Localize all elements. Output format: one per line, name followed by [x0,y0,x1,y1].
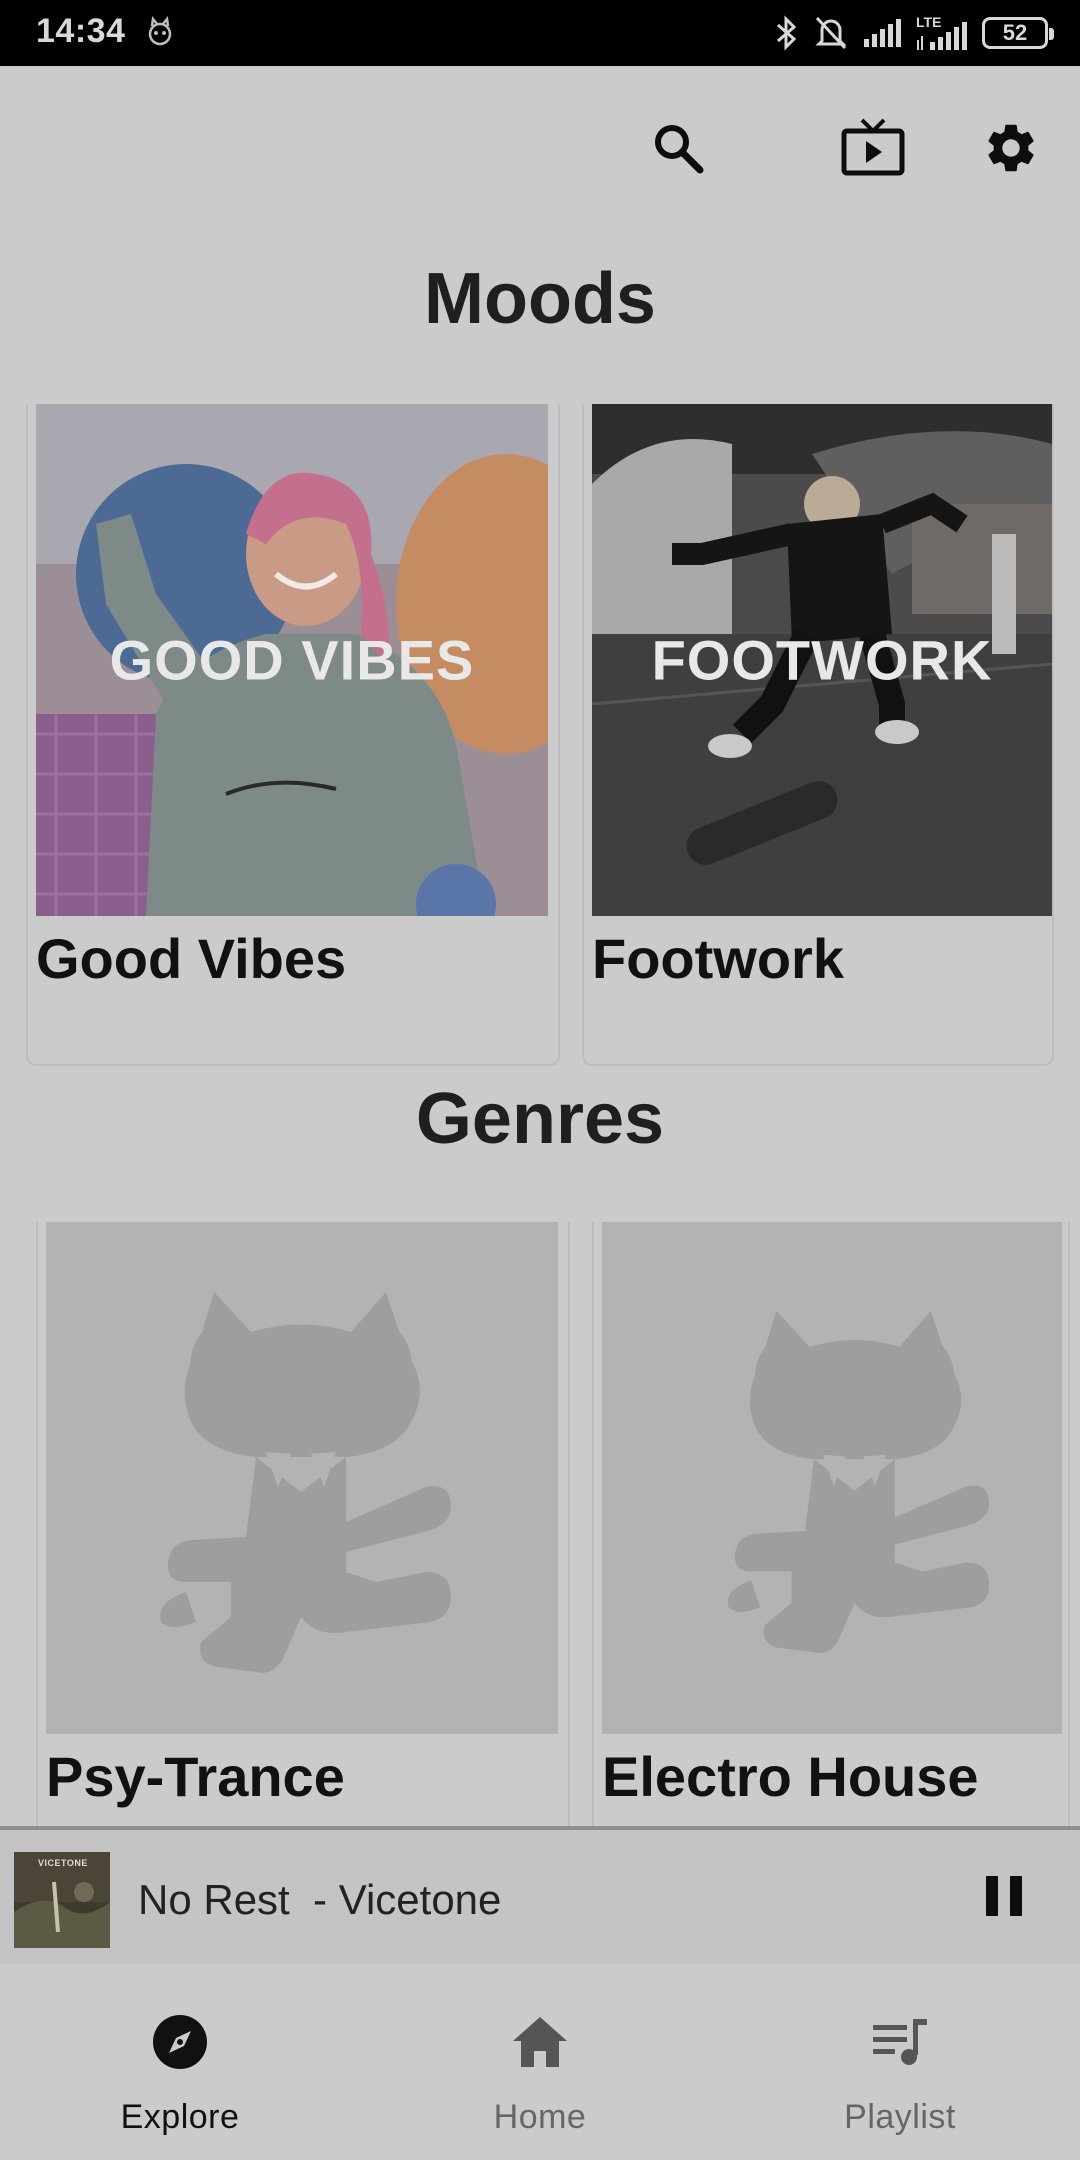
status-time: 14:34 [36,12,126,50]
search-button[interactable] [640,112,716,188]
battery-level: 52 [1002,20,1028,45]
mute-bell-icon [814,15,848,51]
status-bar: 14:34 LTE 52 [0,0,1080,66]
monstercat-logo-icon [160,1292,451,1673]
genre-card-psy-trance[interactable]: Psy-Trance [36,1222,570,1826]
settings-button[interactable] [973,112,1049,188]
nav-item-explore[interactable]: Explore [0,1964,360,2160]
footwork-image: FOOTWORK [592,404,1052,916]
battery-icon: 52 [982,17,1054,49]
album-art-text: VICETONE [38,1858,88,1868]
queue-music-icon [870,2012,930,2072]
mini-player[interactable]: VICETONE No Rest - Vicetone [0,1826,1080,1964]
genre-label: Electro House [602,1745,979,1808]
genre-card-electro-house[interactable]: Electro House [592,1222,1070,1826]
good-vibes-overlay-text: GOOD VIBES [109,628,475,692]
compass-icon [150,2012,210,2072]
good-vibes-image: GOOD VIBES [36,404,548,916]
bottom-navigation: Explore Home Playlist [0,1964,1080,2160]
cast-button[interactable] [835,112,911,188]
cat-notification-icon [144,15,176,48]
footwork-overlay-text: FOOTWORK [651,628,993,692]
nav-item-playlist[interactable]: Playlist [720,1964,1080,2160]
mood-card-good-vibes[interactable]: GOOD VIBES Good Vibes [26,404,560,1066]
nav-label-explore: Explore [120,2098,240,2136]
signal-icon [862,17,902,49]
cast-tv-icon [840,118,906,183]
nav-label-home: Home [493,2098,587,2136]
bluetooth-icon [774,15,800,51]
moods-title: Moods [424,259,656,339]
album-art: VICETONE [14,1852,110,1948]
mood-card-footwork[interactable]: FOOTWORK Footwork [582,404,1054,1066]
electro-house-placeholder-image [602,1222,1062,1734]
mood-label: Good Vibes [36,927,347,990]
psy-trance-placeholder-image [46,1222,558,1734]
monstercat-logo-icon [728,1310,990,1654]
nav-label-playlist: Playlist [844,2098,956,2136]
search-icon [650,120,706,181]
home-icon [510,2012,570,2072]
settings-gear-icon [982,119,1040,182]
genres-title: Genres [415,1079,665,1159]
nav-item-home[interactable]: Home [360,1964,720,2160]
pause-icon [984,1874,1024,1923]
mood-label: Footwork [592,927,844,990]
lte-signal-icon: LTE [916,14,968,52]
genre-label: Psy-Trance [46,1745,345,1808]
now-playing-title: No Rest - Vicetone [138,1876,502,1923]
pause-button[interactable] [974,1868,1034,1928]
